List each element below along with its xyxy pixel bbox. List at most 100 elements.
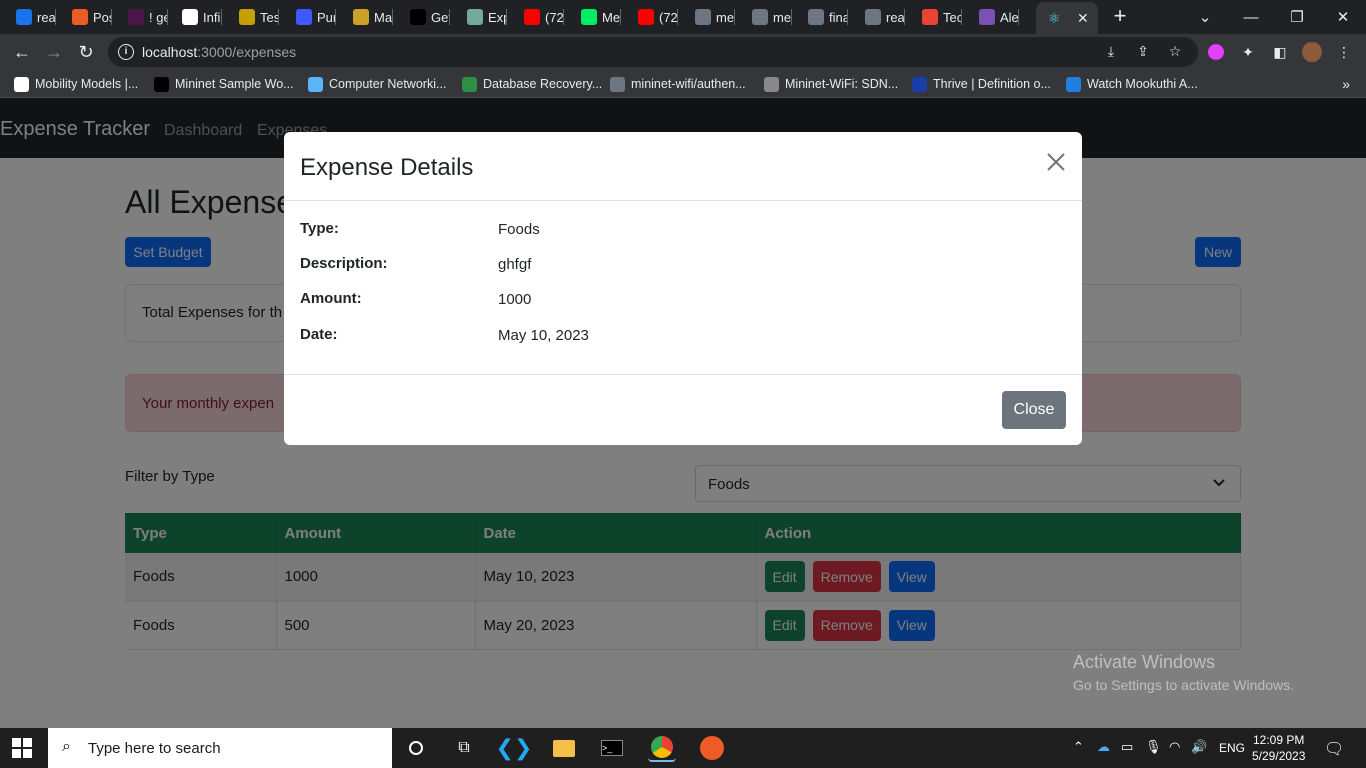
github-icon <box>610 76 625 92</box>
browser-tab[interactable]: Infi <box>166 5 222 29</box>
react-icon: ⚛ <box>1047 9 1061 26</box>
tab-separator <box>620 9 621 25</box>
modal-footer: Close <box>284 374 1082 445</box>
forward-icon[interactable]: → <box>42 40 66 64</box>
detail-label: Date: <box>300 326 338 343</box>
browser-tab[interactable]: me <box>679 5 735 29</box>
bookmark-item[interactable]: mininet-wifi/authen... <box>610 75 746 93</box>
browser-tab[interactable]: real <box>0 5 56 29</box>
bookmark-item[interactable]: Mininet-WiFi: SDN... <box>764 75 898 93</box>
tab-search-icon[interactable]: ⌄ <box>1182 0 1228 34</box>
side-panel-icon[interactable]: ◧ <box>1270 42 1290 62</box>
terminal-icon[interactable]: >_ <box>598 734 626 762</box>
wifi-icon[interactable]: ◠ <box>1169 739 1180 755</box>
bookmark-icon <box>16 9 32 25</box>
file-explorer-icon[interactable] <box>550 734 578 762</box>
browser-tab[interactable]: Pur <box>280 5 336 29</box>
youtube-icon <box>524 9 540 25</box>
bookmarks-bar: Mobility Models |... Mininet Sample Wo...… <box>0 70 1366 98</box>
system-clock[interactable]: 12:09 PM 5/29/2023 <box>1252 732 1305 764</box>
modal-header: Expense Details <box>284 132 1082 201</box>
bookmark-star-icon[interactable]: ☆ <box>1166 43 1184 61</box>
browser-tab[interactable]: me <box>736 5 792 29</box>
onedrive-icon[interactable]: ☁ <box>1097 739 1110 755</box>
bookmark-item[interactable]: Mininet Sample Wo... <box>154 75 294 93</box>
minimize-button[interactable]: — <box>1228 0 1274 34</box>
browser-tab-strip: real Pos! ge Infi Tes Pur Ma Get Exp (72 Me (72 me m… <box>0 0 1366 34</box>
tab-title: (72 <box>659 9 678 25</box>
tab-title: me <box>773 9 792 25</box>
reload-icon[interactable]: ↻ <box>74 40 98 64</box>
more-bookmarks-icon[interactable]: » <box>1342 76 1350 92</box>
windows-start-icon[interactable] <box>12 738 32 758</box>
window-close-button[interactable]: ✕ <box>1320 0 1366 34</box>
tab-separator <box>904 9 905 25</box>
chevron-up-icon[interactable]: ⌃ <box>1073 739 1084 755</box>
browser-tab[interactable]: Tec <box>906 5 962 29</box>
bookmark-item[interactable]: Mobility Models |... <box>14 75 138 93</box>
browser-tab[interactable]: rea <box>849 5 905 29</box>
language-indicator[interactable]: ENG <box>1219 741 1245 755</box>
browser-tab[interactable]: Tes <box>223 5 279 29</box>
notifications-icon[interactable]: 🗨 <box>1324 739 1344 759</box>
tab-close-icon[interactable]: ✕ <box>1077 10 1089 27</box>
tab-separator <box>335 9 336 25</box>
browser-tab[interactable]: Get <box>394 5 450 29</box>
browser-tab[interactable]: fina <box>792 5 848 29</box>
taskbar-search-placeholder: Type here to search <box>88 740 221 757</box>
tab-title: (72 <box>545 9 564 25</box>
bookmark-item[interactable]: Watch Mookuthi A... <box>1066 75 1198 93</box>
extension-badge-icon[interactable] <box>1206 42 1226 62</box>
github-icon <box>695 9 711 25</box>
browser-tab[interactable]: Me <box>565 5 621 29</box>
watermark-title: Activate Windows <box>1073 652 1216 672</box>
microphone-icon[interactable]: 🎙 <box>1145 739 1162 755</box>
tab-title: Tec <box>943 9 962 25</box>
browser-tab[interactable]: Exp <box>451 5 507 29</box>
cortana-icon[interactable] <box>402 734 430 762</box>
taskbar-search[interactable]: ⌕ Type here to search <box>48 728 392 768</box>
postman-icon[interactable] <box>698 734 726 762</box>
bookmark-item[interactable]: Computer Networki... <box>308 75 446 93</box>
share-icon[interactable]: ⇪ <box>1134 43 1152 61</box>
web-page: Expense Tracker Dashboard Expenses All E… <box>0 98 1366 728</box>
browser-tab[interactable]: (72 <box>622 5 678 29</box>
bookmark-label: Mobility Models |... <box>35 77 139 91</box>
extensions-icon[interactable]: ✦ <box>1238 42 1258 62</box>
chrome-icon[interactable] <box>648 734 676 762</box>
bookmark-item[interactable]: Thrive | Definition o... <box>912 75 1051 93</box>
profile-avatar[interactable] <box>1302 42 1322 62</box>
close-icon[interactable] <box>1044 152 1068 176</box>
bookmark-item[interactable]: Database Recovery... <box>462 75 602 93</box>
windows-taskbar: ⌕ Type here to search ⧉ ❮❯ >_ ⌃ ☁ ▭ 🎙 ◠ … <box>0 728 1366 768</box>
new-tab-button[interactable]: + <box>1110 5 1130 29</box>
network-device-icon[interactable]: ▭ <box>1121 739 1133 755</box>
browser-tab[interactable]: Ma <box>337 5 393 29</box>
browser-tab[interactable]: Pos <box>56 5 112 29</box>
close-button[interactable]: Close <box>1002 391 1066 429</box>
browser-tab[interactable]: ! ge <box>112 5 168 29</box>
menu-icon[interactable]: ⋮ <box>1334 42 1354 62</box>
postman-icon <box>72 9 88 25</box>
active-browser-tab[interactable]: ⚛ ✕ <box>1036 2 1098 34</box>
slack-icon <box>128 9 144 25</box>
task-view-icon[interactable]: ⧉ <box>450 734 478 762</box>
browser-tab[interactable]: (72 <box>508 5 564 29</box>
back-icon[interactable]: ← <box>10 40 34 64</box>
bookmark-label: Mininet Sample Wo... <box>175 77 294 91</box>
globe-icon <box>14 76 29 92</box>
address-url[interactable]: localhost:3000/expenses <box>142 44 296 60</box>
tab-title: real <box>37 9 56 25</box>
browser-tab[interactable]: Ale <box>963 5 1019 29</box>
tab-separator <box>847 9 848 25</box>
site-info-icon[interactable]: i <box>118 44 134 60</box>
install-icon[interactable]: ⤓ <box>1102 43 1120 61</box>
tab-separator <box>1018 9 1019 25</box>
tab-title: Pur <box>317 9 336 25</box>
vscode-icon[interactable]: ❮❯ <box>496 734 533 762</box>
bootstrap-icon <box>979 9 995 25</box>
tab-separator <box>961 9 962 25</box>
address-bar[interactable]: i localhost:3000/expenses ⤓ ⇪ ☆ <box>108 37 1198 67</box>
volume-icon[interactable]: 🔊 <box>1191 739 1207 755</box>
maximize-button[interactable]: ❐ <box>1274 0 1320 34</box>
